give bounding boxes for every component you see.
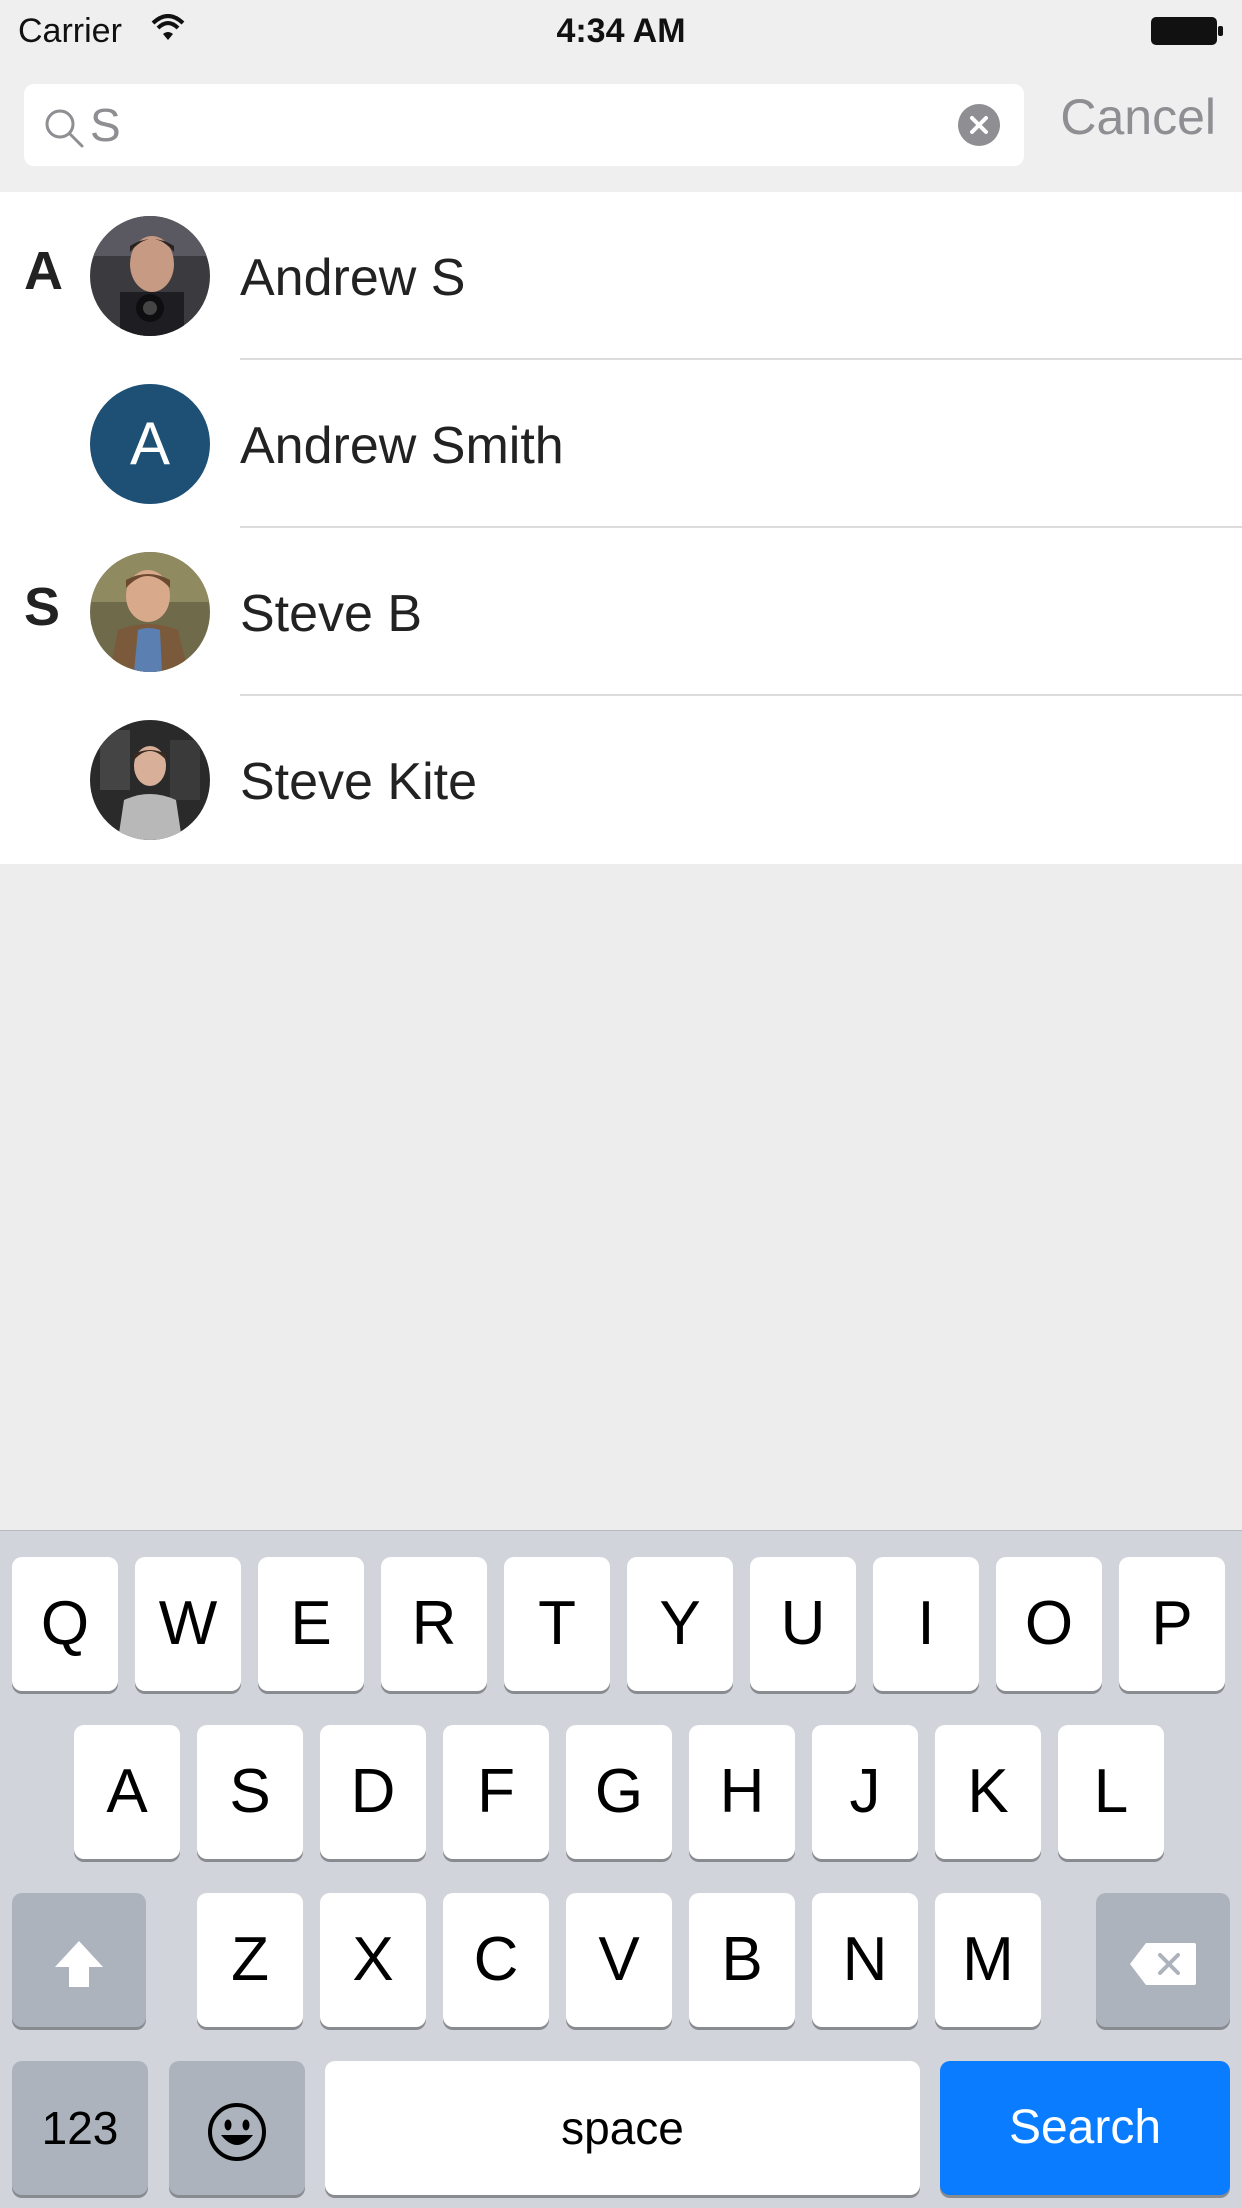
space-key[interactable]: space — [325, 2061, 920, 2195]
avatar — [90, 720, 210, 840]
contacts-list: A Andrew S A Andrew Smith S Steve B Stev… — [0, 192, 1242, 864]
key-w[interactable]: W — [135, 1557, 241, 1691]
emoji-icon — [208, 2102, 266, 2161]
search-field[interactable] — [24, 84, 1024, 166]
key-l[interactable]: L — [1058, 1725, 1164, 1859]
key-q[interactable]: Q — [12, 1557, 118, 1691]
search-key[interactable]: Search — [940, 2061, 1230, 2195]
key-u[interactable]: U — [750, 1557, 856, 1691]
clear-icon[interactable] — [958, 104, 1000, 146]
backspace-key[interactable] — [1096, 1893, 1230, 2027]
backspace-icon — [1130, 1942, 1196, 1985]
key-b[interactable]: B — [689, 1893, 795, 2027]
contact-row-andrew-smith[interactable]: A Andrew Smith — [0, 360, 1242, 528]
contact-name: Steve B — [240, 585, 423, 643]
key-x[interactable]: X — [320, 1893, 426, 2027]
battery-icon — [1151, 17, 1223, 45]
key-j[interactable]: J — [812, 1725, 918, 1859]
contact-name: Steve Kite — [240, 753, 478, 811]
key-g[interactable]: G — [566, 1725, 672, 1859]
key-o[interactable]: O — [996, 1557, 1102, 1691]
key-y[interactable]: Y — [627, 1557, 733, 1691]
search-icon — [45, 109, 84, 148]
key-f[interactable]: F — [443, 1725, 549, 1859]
status-bar: Carrier 4:34 AM — [0, 0, 1242, 62]
key-m[interactable]: M — [935, 1893, 1041, 2027]
key-k[interactable]: K — [935, 1725, 1041, 1859]
contact-row-andrew-s[interactable]: A Andrew S — [0, 192, 1242, 360]
contact-row-steve-b[interactable]: S Steve B — [0, 528, 1242, 696]
key-c[interactable]: C — [443, 1893, 549, 2027]
key-p[interactable]: P — [1119, 1557, 1225, 1691]
key-s[interactable]: S — [197, 1725, 303, 1859]
avatar — [90, 552, 210, 672]
key-t[interactable]: T — [504, 1557, 610, 1691]
key-i[interactable]: I — [873, 1557, 979, 1691]
key-r[interactable]: R — [381, 1557, 487, 1691]
section-header-a: A — [24, 241, 63, 301]
keyboard: Q W E R T Y U I O P A S D F G H J K L Z … — [0, 1530, 1242, 2208]
key-n[interactable]: N — [812, 1893, 918, 2027]
clock: 4:34 AM — [556, 12, 686, 50]
cancel-button[interactable]: Cancel — [1060, 88, 1216, 146]
key-z[interactable]: Z — [197, 1893, 303, 2027]
shift-icon — [55, 1940, 103, 1987]
search-input[interactable] — [90, 94, 950, 156]
key-e[interactable]: E — [258, 1557, 364, 1691]
avatar — [90, 216, 210, 336]
contact-name: Andrew Smith — [240, 417, 564, 475]
numbers-key[interactable]: 123 — [12, 2061, 148, 2195]
key-d[interactable]: D — [320, 1725, 426, 1859]
shift-key[interactable] — [12, 1893, 146, 2027]
key-a[interactable]: A — [74, 1725, 180, 1859]
section-header-s: S — [24, 577, 61, 637]
avatar: A — [90, 384, 210, 504]
key-h[interactable]: H — [689, 1725, 795, 1859]
search-bar: Cancel — [0, 62, 1242, 192]
key-v[interactable]: V — [566, 1893, 672, 2027]
contact-name: Andrew S — [240, 249, 466, 307]
emoji-key[interactable] — [169, 2061, 305, 2195]
contact-row-steve-kite[interactable]: Steve Kite — [0, 696, 1242, 864]
